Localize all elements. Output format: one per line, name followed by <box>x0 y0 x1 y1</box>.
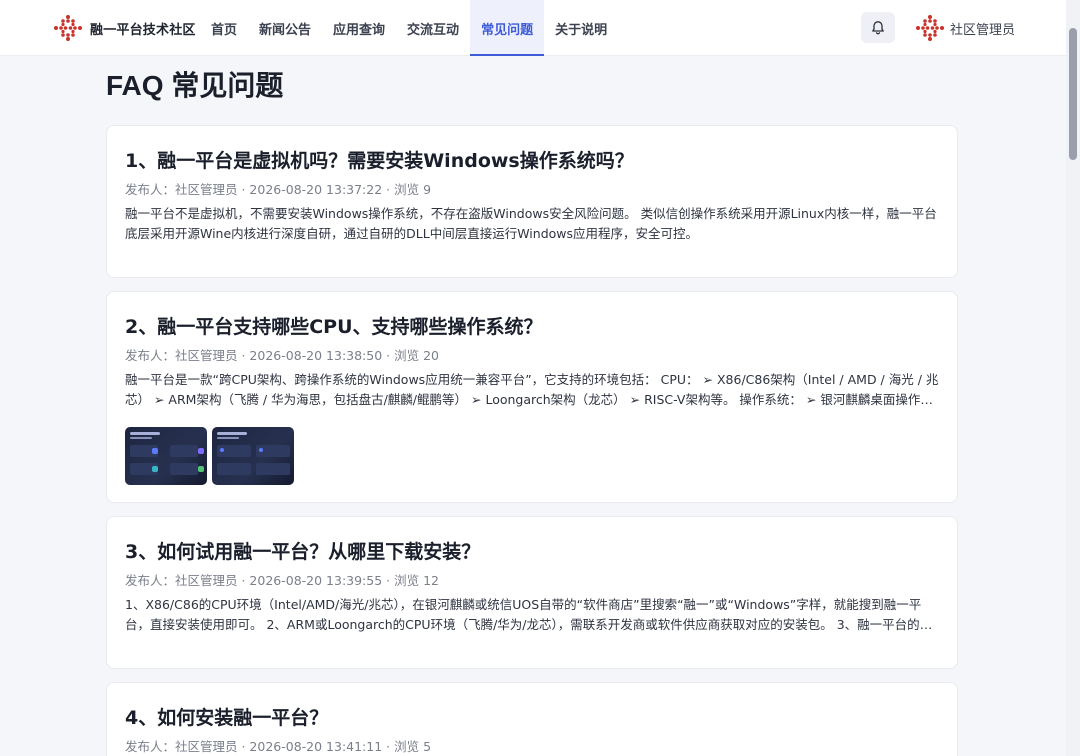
faq-card[interactable]: 2、融一平台支持哪些CPU、支持哪些操作系统？ 发布人：社区管理员 · 2026… <box>106 291 958 503</box>
nav-item-faq[interactable]: 常见问题 <box>470 0 545 56</box>
faq-excerpt: 融一平台是一款“跨CPU架构、跨操作系统的Windows应用统一兼容平台”，它支… <box>125 372 939 407</box>
faq-meta: 发布人：社区管理员 · 2026-08-20 13:41:11 · 浏览 5 <box>125 739 432 754</box>
page-scrollbar[interactable] <box>1066 0 1080 756</box>
faq-title[interactable]: 3、如何试用融一平台？从哪里下载安装？ <box>125 537 480 564</box>
faq-card[interactable]: 4、如何安装融一平台？ 发布人：社区管理员 · 2026-08-20 13:41… <box>106 682 958 756</box>
nav-item-home[interactable]: 首页 <box>200 0 248 56</box>
screenshot-thumbnail[interactable] <box>125 427 207 485</box>
notifications-button[interactable] <box>861 12 895 43</box>
bell-icon <box>872 20 884 34</box>
nav-item-app-search[interactable]: 应用查询 <box>322 0 396 56</box>
faq-meta: 发布人：社区管理员 · 2026-08-20 13:37:22 · 浏览 9 <box>125 182 432 197</box>
nav-item-community[interactable]: 交流互动 <box>396 0 470 56</box>
top-navigation-bar: 融一平台技术社区 首页 新闻公告 应用查询 交流互动 常见问题 关于说明 社区管… <box>0 0 1080 56</box>
logo-icon <box>54 15 82 41</box>
nav-item-news[interactable]: 新闻公告 <box>248 0 322 56</box>
faq-meta: 发布人：社区管理员 · 2026-08-20 13:38:50 · 浏览 20 <box>125 348 439 363</box>
faq-meta: 发布人：社区管理员 · 2026-08-20 13:39:55 · 浏览 12 <box>125 573 439 588</box>
faq-card[interactable]: 3、如何试用融一平台？从哪里下载安装？ 发布人：社区管理员 · 2026-08-… <box>106 516 958 669</box>
screenshot-thumbnail[interactable] <box>212 427 294 485</box>
faq-excerpt: 融一平台不是虚拟机，不需要安装Windows操作系统，不存在盗版Windows安… <box>125 206 937 241</box>
main-nav: 首页 新闻公告 应用查询 交流互动 常见问题 关于说明 <box>200 0 618 56</box>
user-menu[interactable]: 社区管理员 <box>914 12 1015 44</box>
nav-item-about[interactable]: 关于说明 <box>544 0 618 56</box>
faq-thumbnails <box>125 427 294 485</box>
user-name: 社区管理员 <box>950 22 1016 38</box>
faq-card[interactable]: 1、融一平台是虚拟机吗？需要安装Windows操作系统吗？ 发布人：社区管理员 … <box>106 125 958 278</box>
page-title: FAQ 常见问题 <box>106 70 284 101</box>
faq-title[interactable]: 2、融一平台支持哪些CPU、支持哪些操作系统？ <box>125 312 543 339</box>
faq-title[interactable]: 1、融一平台是虚拟机吗？需要安装Windows操作系统吗？ <box>125 146 634 173</box>
user-logo-icon <box>916 15 944 41</box>
brand-link[interactable]: 融一平台技术社区 <box>52 12 196 44</box>
faq-excerpt: 1、X86/C86的CPU环境（Intel/AMD/海光/兆芯），在银河麒麟或统… <box>125 597 933 632</box>
scrollbar-thumb[interactable] <box>1069 28 1077 160</box>
faq-title[interactable]: 4、如何安装融一平台？ <box>125 703 328 730</box>
brand-name: 融一平台技术社区 <box>90 22 196 38</box>
